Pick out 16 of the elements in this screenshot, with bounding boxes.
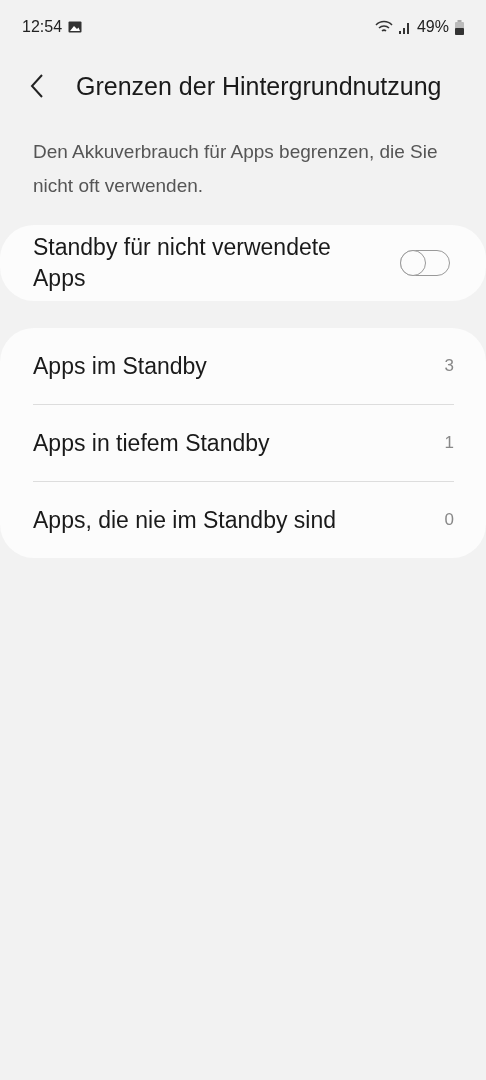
signal-icon: [398, 20, 411, 34]
toggle-label: Standby für nicht verwendete Apps: [33, 233, 332, 293]
page-title: Grenzen der Hintergrundnutzung: [76, 71, 442, 101]
app-count: 0: [444, 510, 454, 530]
description-text: Den Akkuverbrauch für Apps begrenzen, die Sie nicht oft verwenden.: [33, 140, 439, 198]
app-count: 3: [444, 356, 454, 376]
wifi-icon: [374, 20, 393, 34]
battery-percentage: 49%: [416, 18, 449, 36]
battery-icon: [455, 19, 464, 35]
back-icon: [30, 74, 44, 98]
status-time: 12:54: [22, 18, 63, 36]
list-item[interactable]: Apps in tiefem Standby: [33, 429, 270, 457]
app-count: 1: [444, 433, 454, 453]
image-icon: [68, 21, 83, 33]
list-item[interactable]: Apps, die nie im Standby sind: [33, 506, 336, 534]
list-item[interactable]: Apps im Standby: [33, 352, 207, 380]
